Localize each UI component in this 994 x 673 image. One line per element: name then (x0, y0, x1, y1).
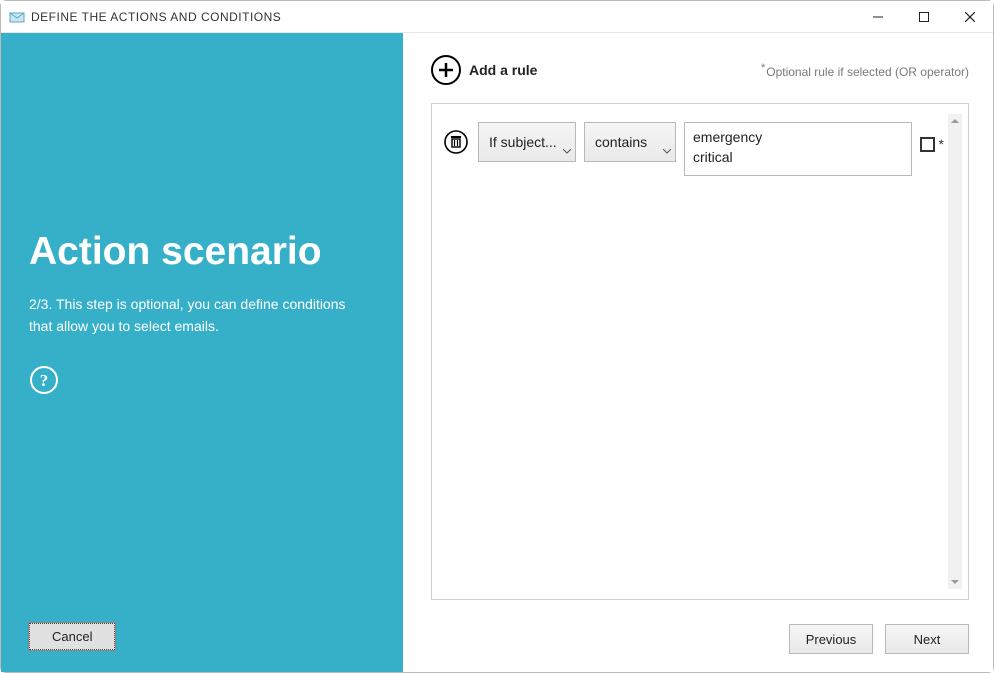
rules-content: If subject... contains emergency critica… (442, 114, 944, 589)
optional-star-label: * (939, 136, 944, 152)
app-icon (9, 9, 25, 25)
rule-value-input[interactable]: emergency critical (684, 122, 912, 176)
close-button[interactable] (947, 1, 993, 32)
optional-hint: *Optional rule if selected (OR operator) (761, 62, 969, 79)
previous-button[interactable]: Previous (789, 624, 873, 654)
page-title: Action scenario (29, 231, 375, 274)
help-button[interactable]: ? (29, 365, 59, 395)
left-panel: Action scenario 2/3. This step is option… (1, 33, 403, 672)
maximize-button[interactable] (901, 1, 947, 32)
minimize-button[interactable] (855, 1, 901, 32)
rule-field-label: If subject... (489, 134, 557, 150)
next-button[interactable]: Next (885, 624, 969, 654)
svg-text:?: ? (40, 371, 49, 390)
add-rule-label: Add a rule (469, 62, 537, 78)
top-row: Add a rule *Optional rule if selected (O… (431, 55, 969, 85)
main-area: Action scenario 2/3. This step is option… (1, 33, 993, 672)
rule-field-dropdown[interactable]: If subject... (478, 122, 576, 162)
scroll-down-arrow[interactable] (948, 575, 962, 589)
rule-row: If subject... contains emergency critica… (442, 114, 944, 176)
rules-container: If subject... contains emergency critica… (431, 103, 969, 600)
rule-optional-checkbox[interactable]: * (920, 136, 944, 152)
rule-operator-label: contains (595, 134, 647, 150)
optional-hint-text: Optional rule if selected (OR operator) (766, 65, 969, 79)
rule-operator-dropdown[interactable]: contains (584, 122, 676, 162)
footer-row: Previous Next (431, 624, 969, 654)
chevron-down-icon (563, 142, 571, 158)
add-rule-button[interactable]: Add a rule (431, 55, 537, 85)
right-panel: Add a rule *Optional rule if selected (O… (403, 33, 993, 672)
chevron-down-icon (663, 142, 671, 158)
titlebar: DEFINE THE ACTIONS AND CONDITIONS (1, 1, 993, 33)
window-title: DEFINE THE ACTIONS AND CONDITIONS (31, 10, 281, 24)
window-controls (855, 1, 993, 32)
cancel-button[interactable]: Cancel (29, 623, 115, 650)
scrollbar-vertical[interactable] (948, 114, 962, 589)
scroll-up-arrow[interactable] (948, 114, 962, 128)
step-description: 2/3. This step is optional, you can defi… (29, 294, 359, 337)
delete-rule-button[interactable] (442, 128, 470, 156)
plus-icon (431, 55, 461, 85)
checkbox-icon (920, 137, 935, 152)
